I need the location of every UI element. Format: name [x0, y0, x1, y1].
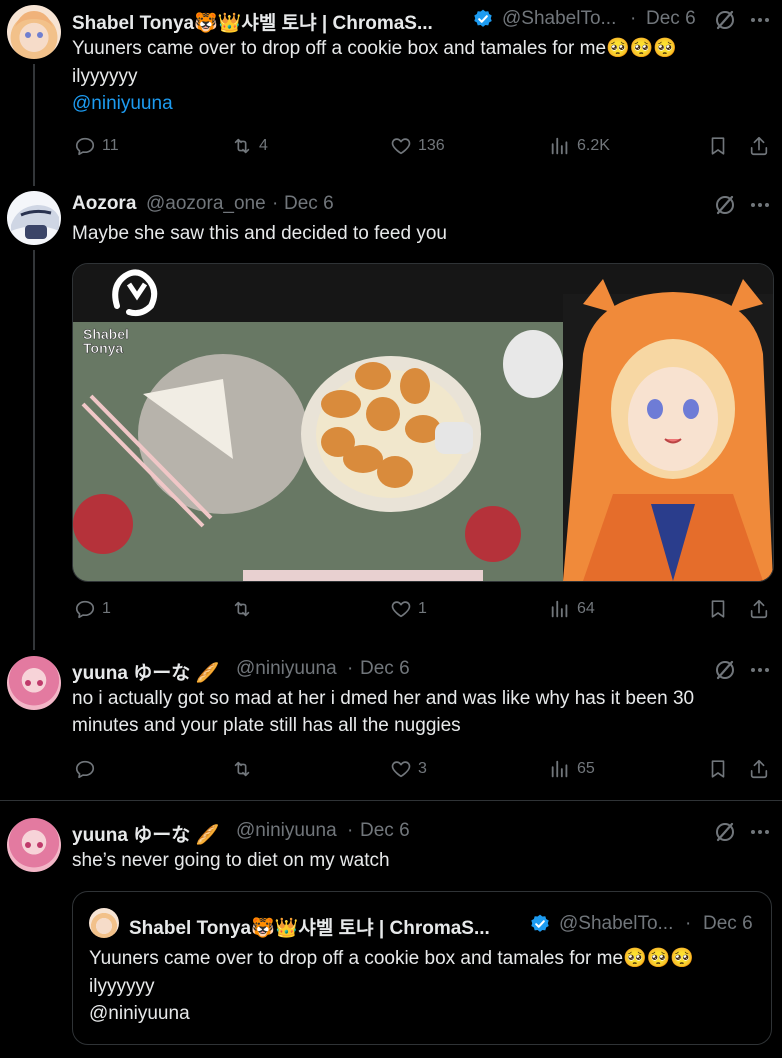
bookmark-icon: [707, 758, 729, 780]
author-name[interactable]: Aozora: [72, 193, 136, 215]
share-icon: [748, 135, 770, 157]
views-button[interactable]: 65: [549, 758, 595, 780]
reply-icon: [74, 758, 96, 780]
mention-link[interactable]: @niniyuuna: [72, 90, 173, 118]
more-icon[interactable]: [748, 8, 772, 37]
retweet-count: 4: [259, 137, 268, 154]
quoted-text: @niniyuuna: [89, 1003, 190, 1024]
quoted-author-handle: @ShabelTo...: [559, 913, 674, 934]
separator-dot: ·: [347, 820, 354, 841]
retweet-icon: [231, 758, 253, 780]
author-name[interactable]: yuuna ゆーな 🥖: [72, 658, 219, 685]
more-icon[interactable]: [748, 820, 772, 849]
tweet-media[interactable]: Shabel Tonya: [72, 263, 774, 582]
views-count: 6.2K: [577, 137, 610, 154]
like-icon: [390, 135, 412, 157]
tweet-text: minutes and your plate still has all the…: [72, 715, 461, 736]
quoted-text: Yuuners came over to drop off a cookie b…: [89, 948, 695, 969]
like-button[interactable]: 3: [390, 758, 427, 780]
separator-dot: ·: [347, 658, 354, 679]
views-button[interactable]: 64: [549, 598, 595, 620]
views-icon: [549, 758, 571, 780]
like-button[interactable]: 1: [390, 598, 427, 620]
verified-icon: [472, 8, 494, 35]
views-button[interactable]: 6.2K: [549, 135, 610, 157]
grok-icon[interactable]: [713, 658, 737, 687]
retweet-icon: [231, 135, 253, 157]
thread-line: [33, 250, 35, 650]
tweet-text: Yuuners came over to drop off a cookie b…: [72, 38, 678, 59]
like-button[interactable]: 136: [390, 135, 445, 157]
quoted-tweet[interactable]: Shabel Tonya🐯👑샤벨 토냐 | ChromaS... @Shabel…: [72, 891, 772, 1045]
tweet-date[interactable]: Dec 6: [360, 658, 410, 680]
reply-button[interactable]: 1: [74, 598, 111, 620]
share-icon: [748, 598, 770, 620]
views-count: 65: [577, 760, 595, 777]
views-icon: [549, 598, 571, 620]
like-count: 1: [418, 600, 427, 617]
thread-line: [33, 64, 35, 186]
bookmark-icon: [707, 135, 729, 157]
tweet-divider: [0, 800, 782, 801]
like-icon: [390, 758, 412, 780]
separator-dot: ·: [272, 193, 279, 214]
quoted-text: ilyyyyyy: [89, 976, 155, 997]
views-icon: [549, 135, 571, 157]
bookmark-icon: [707, 598, 729, 620]
tiger-logo-icon: [107, 266, 163, 323]
reply-button[interactable]: 11: [74, 135, 119, 157]
avatar: [89, 908, 119, 938]
like-icon: [390, 598, 412, 620]
share-button[interactable]: [748, 135, 770, 157]
share-button[interactable]: [748, 598, 770, 620]
quoted-date: Dec 6: [703, 913, 753, 934]
tweet-text: ilyyyyyy: [72, 66, 138, 87]
avatar[interactable]: [7, 5, 61, 59]
like-count: 3: [418, 760, 427, 777]
retweet-icon: [231, 598, 253, 620]
author-name[interactable]: Shabel Tonya🐯👑샤벨 토냐 | ChromaS...: [72, 8, 433, 35]
reply-icon: [74, 598, 96, 620]
more-icon[interactable]: [748, 658, 772, 687]
avatar[interactable]: [7, 191, 61, 245]
tweet-date[interactable]: Dec 6: [646, 8, 696, 30]
retweet-button[interactable]: [231, 758, 253, 780]
separator-dot: ·: [685, 913, 692, 934]
avatar[interactable]: [7, 818, 61, 872]
reply-button[interactable]: [74, 758, 96, 780]
retweet-button[interactable]: 4: [231, 135, 268, 157]
grok-icon[interactable]: [713, 8, 737, 37]
separator-dot: ·: [630, 8, 637, 29]
tweet-date[interactable]: Dec 6: [360, 820, 410, 842]
like-count: 136: [418, 137, 445, 154]
reply-count: 11: [102, 137, 119, 154]
quoted-author-name: Shabel Tonya🐯👑샤벨 토냐 | ChromaS...: [129, 918, 490, 939]
svg-text:Tonya: Tonya: [83, 340, 123, 356]
verified-icon: [529, 913, 551, 940]
retweet-button[interactable]: [231, 598, 253, 620]
watermark-logo: Shabel Tonya: [81, 326, 185, 361]
views-count: 64: [577, 600, 595, 617]
reply-icon: [74, 135, 96, 157]
author-name[interactable]: yuuna ゆーな 🥖: [72, 820, 219, 847]
author-handle[interactable]: @niniyuuna: [236, 658, 337, 680]
media-image: [73, 264, 773, 581]
tweet-text: no i actually got so mad at her i dmed h…: [72, 688, 695, 709]
author-handle[interactable]: @aozora_one: [146, 193, 266, 215]
tweet-text: Maybe she saw this and decided to feed y…: [72, 223, 447, 244]
more-icon[interactable]: [748, 193, 772, 222]
bookmark-button[interactable]: [707, 598, 729, 620]
grok-icon[interactable]: [713, 820, 737, 849]
avatar[interactable]: [7, 656, 61, 710]
share-icon: [748, 758, 770, 780]
author-handle[interactable]: @niniyuuna: [236, 820, 337, 842]
tweet-date[interactable]: Dec 6: [284, 193, 334, 215]
grok-icon[interactable]: [713, 193, 737, 222]
share-button[interactable]: [748, 758, 770, 780]
reply-count: 1: [102, 600, 111, 617]
bookmark-button[interactable]: [707, 758, 729, 780]
bookmark-button[interactable]: [707, 135, 729, 157]
tweet-text: she’s never going to diet on my watch: [72, 850, 390, 871]
author-handle[interactable]: @ShabelTo...: [502, 8, 616, 30]
